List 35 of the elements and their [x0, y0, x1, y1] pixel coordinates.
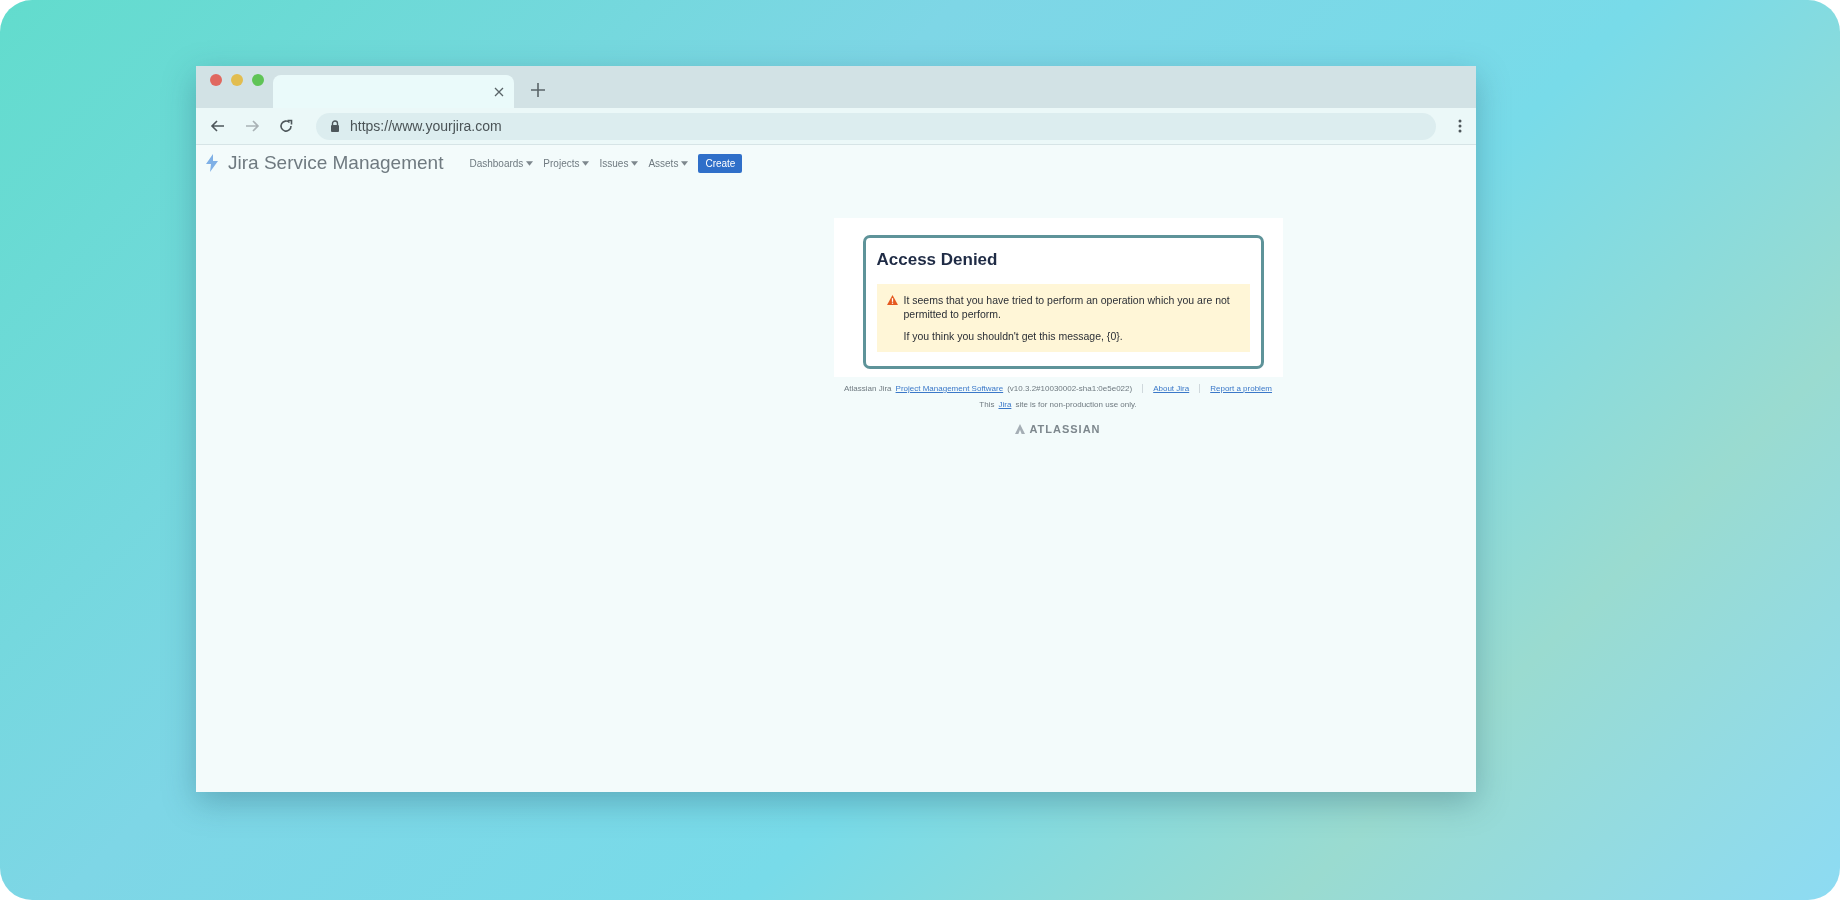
reload-icon[interactable] [278, 118, 294, 134]
close-icon[interactable] [494, 86, 504, 97]
nav-menu[interactable]: Dashboards [469, 157, 534, 169]
forward-arrow-icon[interactable] [244, 118, 260, 134]
maximize-window-icon[interactable] [252, 74, 264, 86]
caret-icon [526, 160, 534, 166]
bolt-logo-icon [206, 154, 218, 172]
nav-menu[interactable]: Issues [599, 157, 639, 169]
footer-link[interactable]: Project Management Software [895, 384, 1004, 393]
footer-link[interactable]: Report a problem [1210, 384, 1272, 393]
create-button[interactable]: Create [698, 153, 743, 173]
close-window-icon[interactable] [210, 74, 222, 86]
version-text: (v10.3.2#10030002-sha1:0e5e022) [1007, 384, 1133, 393]
footer-text: Atlassian Jira [844, 384, 892, 393]
warning-text: If you think you shouldn't get this message, {0}. [903, 329, 1124, 343]
triangle-logo-icon [1015, 424, 1026, 434]
nav-menu[interactable]: Assets [648, 157, 689, 169]
new-tab-icon[interactable] [531, 83, 545, 97]
footer-text: This [979, 400, 995, 409]
footer-link[interactable]: Jira [998, 400, 1012, 409]
warning-text: It seems that you have tried to perform an operation which you are not permitted to perform. [903, 293, 1231, 321]
footer-text: site is for non-production use only. [1015, 400, 1137, 409]
caret-icon [582, 160, 590, 166]
caret-icon [681, 160, 689, 166]
menu-icon[interactable] [1458, 118, 1462, 134]
warning-icon [886, 295, 898, 305]
product-name[interactable]: Jira Service Management [228, 152, 444, 174]
lock-icon [330, 120, 340, 132]
footer-link[interactable]: About Jira [1153, 384, 1190, 393]
back-arrow-icon[interactable] [210, 118, 226, 134]
page-title: Access Denied [876, 250, 999, 270]
brand-name: ATLASSIAN [1029, 423, 1101, 435]
caret-icon [631, 160, 639, 166]
address-bar[interactable]: https://www.yourjira.com [316, 112, 1436, 140]
nav-menu[interactable]: Projects [543, 157, 590, 169]
